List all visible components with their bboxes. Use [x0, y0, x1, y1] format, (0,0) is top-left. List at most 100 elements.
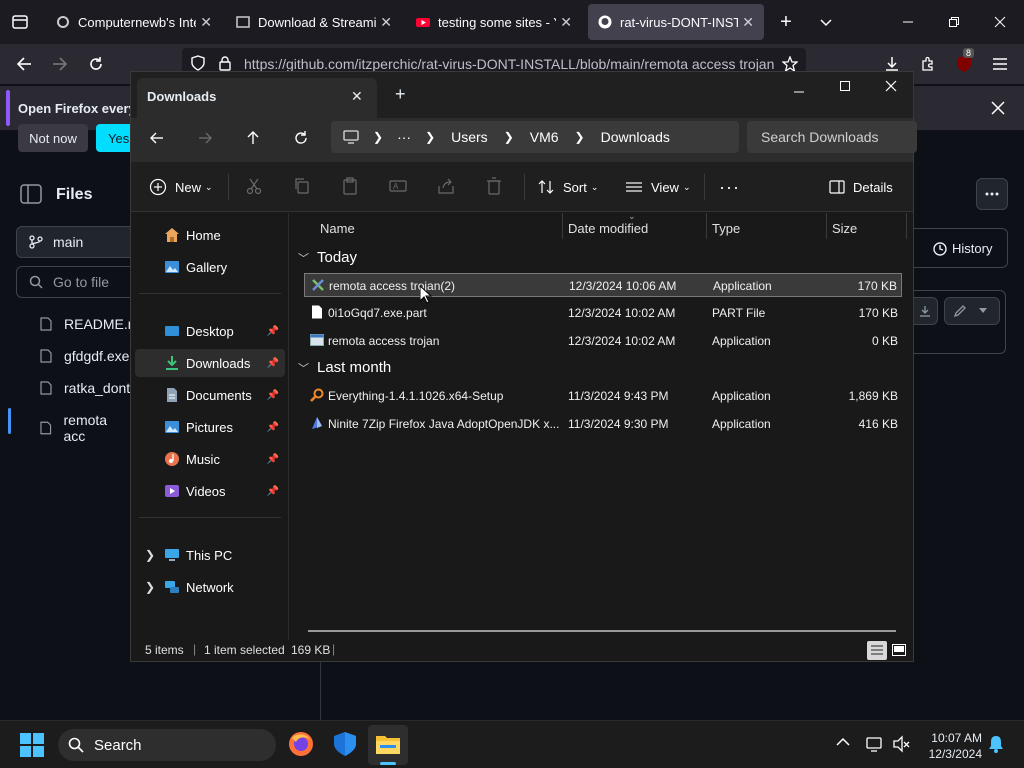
back-icon[interactable]	[12, 52, 36, 76]
edit-button[interactable]	[944, 297, 1000, 325]
breadcrumb-chevron-icon[interactable]: ❯	[425, 130, 435, 144]
share-icon[interactable]	[437, 177, 457, 197]
close-notice-icon[interactable]	[986, 96, 1010, 120]
firefox-view-icon[interactable]	[8, 10, 32, 34]
file-tree-item[interactable]: README.m	[40, 316, 139, 332]
pin-icon[interactable]: 📌	[267, 486, 279, 497]
nav-item-network[interactable]: ❯ Network	[135, 573, 285, 601]
file-tree-item-active[interactable]: remota acc	[40, 412, 130, 444]
explorer-maximize-icon[interactable]	[839, 80, 851, 92]
browser-tab-youtube[interactable]: testing some sites - You ✕	[406, 4, 582, 40]
close-tab-icon[interactable]: ✕	[560, 14, 572, 31]
cut-icon[interactable]	[245, 177, 265, 197]
window-close-icon[interactable]	[988, 10, 1012, 34]
search-downloads-input[interactable]: Search Downloads	[747, 121, 917, 153]
window-minimize-icon[interactable]	[896, 10, 920, 34]
new-button[interactable]: New ⌄	[149, 172, 213, 202]
collapse-group-chevron-icon[interactable]: ﹀	[298, 360, 309, 376]
pin-icon[interactable]: 📌	[267, 422, 279, 433]
rename-icon[interactable]: A	[389, 177, 409, 197]
file-row[interactable]: remota access trojan(2) 12/3/2024 10:06 …	[304, 273, 902, 297]
nav-item-home[interactable]: Home	[135, 221, 285, 249]
breadcrumb-chevron-icon[interactable]: ❯	[504, 130, 514, 144]
browser-tab-computernewb[interactable]: Computernewb's Internet ✕	[46, 4, 222, 40]
volume-muted-tray-icon[interactable]	[892, 735, 910, 753]
sidebar-collapse-icon[interactable]	[20, 184, 42, 204]
expand-chevron-icon[interactable]: ❯	[145, 580, 155, 594]
explorer-forward-icon[interactable]	[197, 130, 213, 146]
column-separator[interactable]	[906, 213, 907, 239]
column-header-name[interactable]: Name	[320, 221, 355, 236]
window-restore-icon[interactable]	[942, 10, 966, 34]
see-more-ellipsis-icon[interactable]: ···	[719, 172, 740, 202]
large-icons-view-toggle-icon[interactable]	[891, 642, 907, 658]
nav-item-music[interactable]: Music 📌	[135, 445, 285, 473]
close-tab-icon[interactable]: ✕	[200, 14, 212, 31]
breadcrumb-chevron-icon[interactable]: ❯	[575, 130, 585, 144]
explorer-up-icon[interactable]	[245, 130, 261, 146]
file-row[interactable]: remota access trojan 12/3/2024 10:02 AM …	[304, 329, 902, 353]
explorer-close-icon[interactable]	[885, 80, 897, 92]
sort-button[interactable]: Sort ⌄	[537, 172, 598, 202]
file-row[interactable]: Ninite 7Zip Firefox Java AdoptOpenJDK x.…	[304, 412, 902, 436]
new-explorer-tab-icon[interactable]: +	[395, 84, 406, 105]
breadcrumb-chevron-icon[interactable]: ❯	[373, 130, 383, 144]
taskbar-search-box[interactable]: Search	[58, 729, 276, 761]
breadcrumb-overflow-icon[interactable]: ···	[397, 129, 411, 145]
column-header-type[interactable]: Type	[712, 221, 740, 236]
list-tabs-chevron-icon[interactable]	[814, 10, 838, 34]
close-tab-icon[interactable]: ✕	[380, 14, 392, 31]
column-separator[interactable]	[706, 213, 707, 239]
browser-tab-github[interactable]: rat-virus-DONT-INSTALL ✕	[588, 4, 764, 40]
nav-item-this-pc[interactable]: ❯ This PC	[135, 541, 285, 569]
yes-button[interactable]: Yes	[96, 124, 132, 152]
branch-selector[interactable]: main	[16, 226, 146, 258]
group-header-today[interactable]: ﹀ Today	[298, 249, 357, 266]
extensions-icon[interactable]	[916, 52, 940, 76]
view-button[interactable]: View ⌄	[625, 172, 691, 202]
nav-item-gallery[interactable]: Gallery	[135, 253, 285, 281]
column-separator[interactable]	[562, 213, 563, 239]
nav-item-documents[interactable]: Documents 📌	[135, 381, 285, 409]
file-tree-item[interactable]: ratka_dont	[40, 380, 130, 396]
browser-tab-download[interactable]: Download & Streaming ✕	[226, 4, 402, 40]
pin-icon[interactable]: 📌	[267, 326, 279, 337]
forward-icon[interactable]	[48, 52, 72, 76]
nav-item-desktop[interactable]: Desktop 📌	[135, 317, 285, 345]
horizontal-scrollbar[interactable]	[308, 630, 896, 632]
pin-icon[interactable]: 📌	[267, 358, 279, 369]
explorer-back-icon[interactable]	[149, 130, 165, 146]
history-button[interactable]: History	[914, 228, 1008, 268]
this-pc-monitor-icon[interactable]	[343, 130, 359, 144]
file-row[interactable]: 0i1oGqd7.exe.part 12/3/2024 10:02 AM PAR…	[304, 301, 902, 325]
column-separator[interactable]	[826, 213, 827, 239]
explorer-refresh-icon[interactable]	[293, 130, 309, 146]
paste-icon[interactable]	[341, 177, 361, 197]
explorer-address-bar[interactable]: ❯ ··· ❯ Users ❯ VM6 ❯ Downloads	[331, 121, 739, 153]
notifications-bell-icon[interactable]	[988, 735, 1004, 753]
close-explorer-tab-icon[interactable]: ✕	[351, 88, 363, 105]
hamburger-menu-icon[interactable]	[988, 52, 1012, 76]
breadcrumb-downloads[interactable]: Downloads	[601, 129, 670, 145]
file-explorer-taskbar-button[interactable]	[368, 725, 408, 765]
windows-start-icon[interactable]	[20, 733, 44, 757]
pin-icon[interactable]: 📌	[267, 454, 279, 465]
new-tab-icon[interactable]: +	[774, 10, 798, 34]
show-hidden-icons-chevron-icon[interactable]	[836, 737, 850, 747]
go-to-file-input[interactable]: Go to file	[16, 266, 146, 298]
copy-icon[interactable]	[293, 177, 313, 197]
delete-icon[interactable]	[485, 177, 505, 197]
not-now-button[interactable]: Not now	[18, 124, 88, 152]
taskbar-clock[interactable]: 10:07 AM 12/3/2024	[920, 730, 982, 762]
windows-security-icon[interactable]	[332, 731, 358, 757]
expand-chevron-icon[interactable]: ❯	[145, 548, 155, 562]
more-options-kebab-icon[interactable]	[976, 178, 1008, 210]
breadcrumb-users[interactable]: Users	[451, 129, 488, 145]
reload-icon[interactable]	[84, 52, 108, 76]
nav-item-videos[interactable]: Videos 📌	[135, 477, 285, 505]
pin-icon[interactable]: 📌	[267, 390, 279, 401]
download-raw-icon[interactable]	[912, 297, 938, 325]
network-tray-icon[interactable]	[866, 735, 884, 753]
lock-icon[interactable]	[218, 55, 232, 71]
collapse-group-chevron-icon[interactable]: ﹀	[298, 250, 309, 266]
